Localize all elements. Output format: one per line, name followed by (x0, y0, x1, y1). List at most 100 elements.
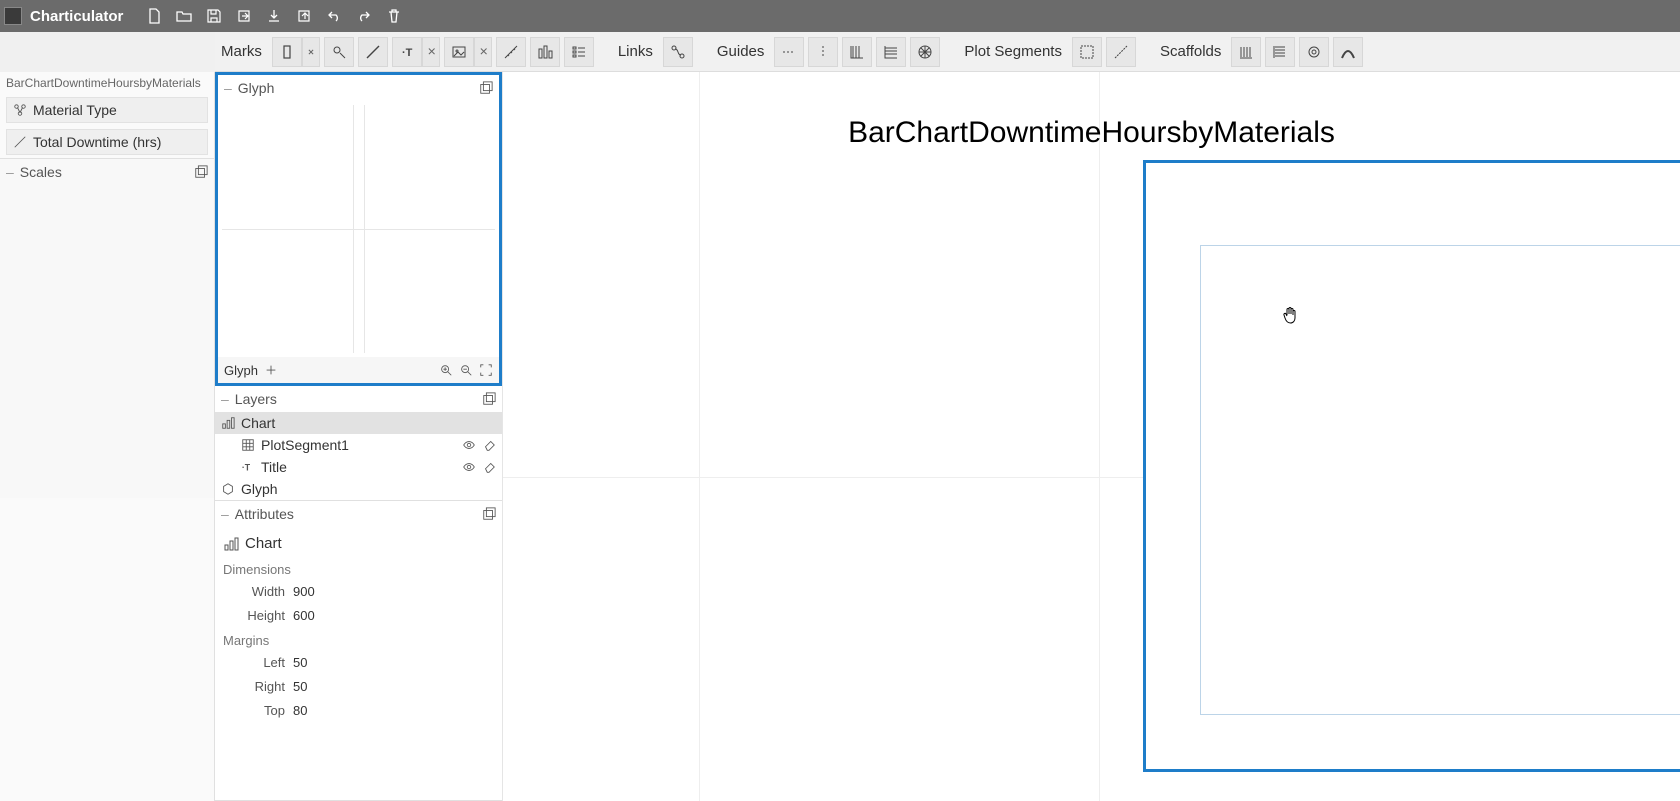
guides-label: Guides (717, 43, 765, 60)
new-icon[interactable] (143, 5, 165, 27)
column-label: Total Downtime (hrs) (33, 134, 161, 150)
attr-top[interactable]: Top80 (215, 698, 502, 722)
mark-symbol-icon[interactable] (324, 37, 354, 67)
columns-panel: Columns BarChartDowntimeHoursbyMaterials… (0, 72, 215, 801)
scaffold-polar-icon[interactable] (1299, 37, 1329, 67)
layer-title[interactable]: ·T Title (215, 456, 502, 478)
save-icon[interactable] (203, 5, 225, 27)
scaffold-vstack-icon[interactable] (1265, 37, 1295, 67)
export-icon[interactable] (233, 5, 255, 27)
layer-label: Title (261, 459, 287, 475)
glyph-footer-label: Glyph (224, 363, 258, 378)
redo-icon[interactable] (353, 5, 375, 27)
layers-title: Layers (235, 391, 277, 407)
guide-y-icon[interactable] (876, 37, 906, 67)
attributes-title: Attributes (235, 506, 294, 522)
mid-column: – Glyph Glyph – Layers (215, 72, 503, 801)
text-icon: ·T (241, 460, 255, 474)
attr-group-margins: Margins (215, 627, 502, 650)
mark-line-icon[interactable] (358, 37, 388, 67)
erase-icon[interactable] (482, 438, 496, 452)
scales-title: Scales (20, 164, 62, 180)
column-label: Material Type (33, 102, 117, 118)
glyph-header: – Glyph (218, 75, 499, 101)
erase-icon[interactable] (482, 460, 496, 474)
glyph-panel: – Glyph Glyph (215, 72, 502, 386)
collapse-icon[interactable]: – (224, 80, 232, 96)
main-area: Columns BarChartDowntimeHoursbyMaterials… (0, 72, 1680, 801)
trash-icon[interactable] (383, 5, 405, 27)
attributes-panel: – Attributes Chart Dimensions Width900 H… (215, 501, 502, 801)
collapse-icon[interactable]: – (221, 391, 229, 407)
publish-icon[interactable] (293, 5, 315, 27)
layer-plotsegment1[interactable]: PlotSegment1 (215, 434, 502, 456)
layer-label: PlotSegment1 (261, 437, 349, 453)
layer-chart[interactable]: Chart (215, 412, 502, 434)
measure-icon (13, 135, 27, 149)
plot-segment-box[interactable] (1200, 245, 1680, 715)
guide-v-icon[interactable] (808, 37, 838, 67)
column-material-type[interactable]: Material Type (6, 97, 208, 123)
visibility-icon[interactable] (462, 438, 476, 452)
chart-icon (223, 536, 239, 552)
attr-left[interactable]: Left50 (215, 650, 502, 674)
popout-icon[interactable] (194, 165, 208, 179)
popout-icon[interactable] (482, 392, 496, 406)
plot-line-icon[interactable] (1106, 37, 1136, 67)
titlebar: Charticulator (0, 0, 1680, 32)
add-glyph-icon[interactable] (264, 363, 278, 377)
collapse-icon[interactable]: – (221, 506, 229, 522)
svg-text:·T: ·T (242, 463, 251, 473)
mark-dataaxis-icon[interactable] (496, 37, 526, 67)
plot-segment-icon (241, 438, 255, 452)
attributes-header: – Attributes (215, 501, 502, 527)
zoom-out-icon[interactable] (459, 363, 473, 377)
links-icon[interactable] (663, 37, 693, 67)
scales-header: – Scales (0, 159, 214, 185)
marks-label: Marks (221, 43, 262, 60)
chart-canvas[interactable]: BarChartDowntimeHoursbyMaterials (503, 72, 1680, 801)
zoom-in-icon[interactable] (439, 363, 453, 377)
mark-rectangle-caret-icon[interactable] (302, 37, 320, 67)
app-logo (4, 7, 22, 25)
glyph-canvas[interactable] (218, 101, 499, 357)
chart-title[interactable]: BarChartDowntimeHoursbyMaterials (503, 116, 1680, 150)
mark-rectangle-icon[interactable] (272, 37, 302, 67)
scales-panel: – Scales (0, 158, 214, 498)
scaffold-curve-icon[interactable] (1333, 37, 1363, 67)
guide-x-icon[interactable] (842, 37, 872, 67)
undo-icon[interactable] (323, 5, 345, 27)
popout-icon[interactable] (479, 81, 493, 95)
column-total-downtime[interactable]: Total Downtime (hrs) (6, 129, 208, 155)
zoom-fit-icon[interactable] (479, 363, 493, 377)
scaffold-hstack-icon[interactable] (1231, 37, 1261, 67)
collapse-icon[interactable]: – (6, 164, 14, 180)
attr-height[interactable]: Height600 (215, 603, 502, 627)
layer-label: Glyph (241, 481, 278, 497)
glyph-title: Glyph (238, 80, 275, 96)
mark-text-icon[interactable]: ·T (392, 37, 422, 67)
mark-legend-icon[interactable] (564, 37, 594, 67)
plot-region-icon[interactable] (1072, 37, 1102, 67)
open-icon[interactable] (173, 5, 195, 27)
mark-image-icon[interactable] (444, 37, 474, 67)
mark-nested-icon[interactable] (530, 37, 560, 67)
cursor-hand-icon (1282, 305, 1298, 325)
glyph-footer: Glyph (218, 357, 499, 383)
layer-glyph[interactable]: Glyph (215, 478, 502, 500)
guide-h-icon[interactable] (774, 37, 804, 67)
category-icon (13, 103, 27, 117)
chart-icon (221, 416, 235, 430)
dataset-name: BarChartDowntimeHoursbyMaterials (0, 72, 214, 94)
guide-polar-icon[interactable] (910, 37, 940, 67)
popout-icon[interactable] (482, 507, 496, 521)
attr-right[interactable]: Right50 (215, 674, 502, 698)
visibility-icon[interactable] (462, 460, 476, 474)
import-icon[interactable] (263, 5, 285, 27)
layers-panel: – Layers Chart PlotSegment1 ·T Title (215, 386, 502, 501)
links-label: Links (618, 43, 653, 60)
mark-image-caret-icon[interactable] (474, 37, 492, 67)
attr-width[interactable]: Width900 (215, 579, 502, 603)
mark-text-caret-icon[interactable] (422, 37, 440, 67)
plot-segments-label: Plot Segments (964, 43, 1062, 60)
